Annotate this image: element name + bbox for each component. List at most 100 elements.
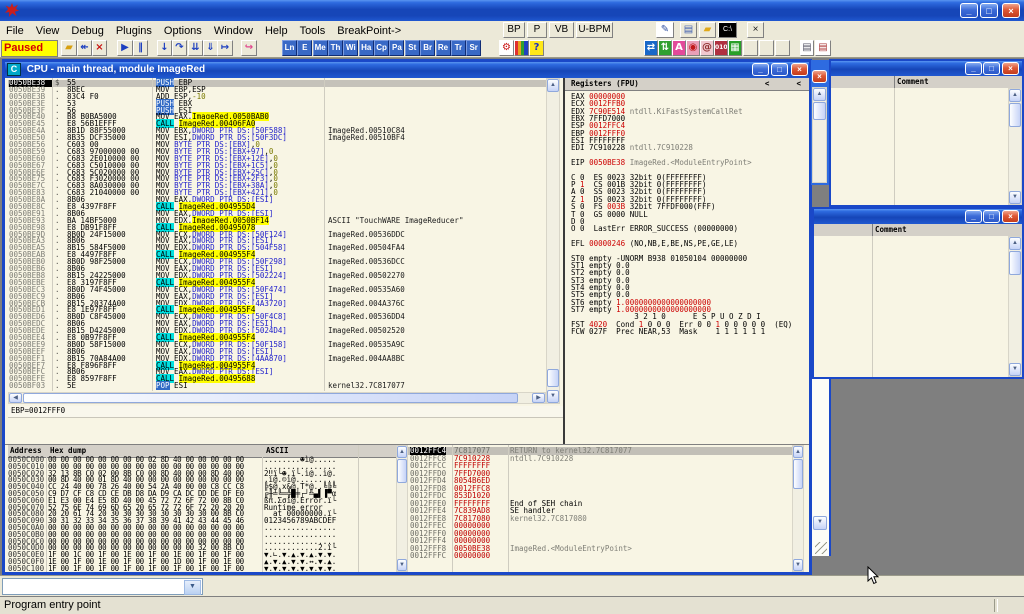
plugin-button-bp[interactable]: BP	[503, 22, 525, 38]
comment-bottom-maximize-button[interactable]: □	[983, 210, 1000, 223]
hidden-scroll-thumb[interactable]	[813, 102, 826, 120]
disasm-row[interactable]: 0050BF03.5EPOP ESIkernel32.7C817077	[8, 383, 546, 390]
cpu-restore-button[interactable]: □	[771, 63, 788, 76]
register-line[interactable]: FCW 027F Prec NEAR,53 Mask 1 1 1 1 1 1	[565, 328, 809, 335]
toolbar-letter-button-ln[interactable]: Ln	[282, 40, 297, 56]
go-to-address-button[interactable]: ↪	[241, 40, 257, 56]
restart-button[interactable]: ↞	[77, 40, 92, 56]
menu-item-window[interactable]: Window	[208, 23, 259, 39]
disasm-vscrollbar[interactable]: ▲ ▼	[546, 78, 560, 404]
close-program-button[interactable]: ×	[92, 40, 107, 56]
disasm-row[interactable]: 0050BED6.8B0D C8F45000MOV ECX,DWORD PTR …	[8, 314, 546, 321]
stack-pane[interactable]: 0012FFC47C817077RETURN to kernel32.7C817…	[408, 445, 792, 572]
register-line[interactable]: EIP 0050BE38 ImageRed.<ModuleEntryPoint>	[565, 159, 809, 166]
comment-top-maximize-button[interactable]: □	[983, 62, 1000, 75]
scroll-up-icon[interactable]: ▲	[793, 446, 803, 458]
binary-button[interactable]: 010	[714, 40, 728, 56]
scroll-down-icon[interactable]: ▼	[1009, 363, 1021, 376]
menu-item-debug[interactable]: Debug	[65, 23, 109, 39]
step-into-button[interactable]: ↓	[157, 40, 172, 56]
comment-bottom-minimize-button[interactable]: _	[965, 210, 982, 223]
animate-into-button[interactable]: ⇊	[188, 40, 203, 56]
menu-item-file[interactable]: File	[0, 23, 30, 39]
minimize-button[interactable]: _	[960, 3, 978, 18]
scroll-right-icon[interactable]: ▶	[532, 393, 545, 403]
restore-button[interactable]: □	[980, 3, 998, 18]
menu-item-help[interactable]: Help	[259, 23, 294, 39]
comment-window-top[interactable]: _ □ × Comment ▲ ▼	[829, 59, 1024, 207]
disasm-row[interactable]: 0050BEF7.E8 F896F8FFCALL ImageRed.004955…	[8, 363, 546, 370]
open-file-button[interactable]: ▰	[61, 40, 77, 56]
toolbar-letter-button-wi[interactable]: Wi	[343, 40, 358, 56]
close-toolbar-icon[interactable]: ×	[747, 22, 764, 38]
register-line[interactable]: O 0 LastErr ERROR_SUCCESS (00000000)	[565, 225, 809, 232]
registers-header[interactable]: Registers (FPU) < <	[565, 78, 809, 91]
cpu-window-title-bar[interactable]: C CPU - main thread, module ImageRed _ □…	[5, 62, 809, 78]
scroll-down-icon[interactable]: ▼	[547, 390, 559, 403]
register-line[interactable]: T 0 GS 0000 NULL	[565, 211, 809, 218]
disasm-row[interactable]: 0050BEB0.8B0D 98F25000MOV ECX,DWORD PTR …	[8, 259, 546, 266]
scroll-left-icon[interactable]: ◀	[9, 393, 22, 403]
cpu-close-button[interactable]: ×	[791, 63, 808, 76]
options-gear-button[interactable]: ⚙	[499, 40, 514, 56]
plugin-button-p[interactable]: P	[527, 22, 547, 38]
updown-button[interactable]: ⇅	[658, 40, 672, 56]
close-button[interactable]: ×	[1002, 3, 1020, 18]
scroll-up-icon[interactable]: ▲	[547, 79, 559, 92]
stack-vscrollbar[interactable]: ▲ ▼	[792, 445, 804, 572]
scroll-down-icon[interactable]: ▼	[813, 516, 827, 530]
scroll-down-icon[interactable]: ▼	[1009, 191, 1021, 204]
execute-till-return-button[interactable]: ↦	[217, 40, 233, 56]
dump-row[interactable]: 0050C1001F 00 1F 00 1F 00 1F 00 1F 00 1F…	[8, 566, 396, 572]
toolbar-letter-button-re[interactable]: Re	[436, 40, 451, 56]
main-title-bar[interactable]: _ □ ×	[0, 0, 1024, 21]
comment-window-bottom[interactable]: _ □ × Comment ▲ ▼	[812, 207, 1024, 379]
toolbar-letter-button-st[interactable]: St	[405, 40, 420, 56]
toolbar-letter-button-th[interactable]: Th	[328, 40, 343, 56]
stack-vscroll-thumb[interactable]	[793, 459, 803, 489]
scroll-up-icon[interactable]: ▲	[813, 88, 826, 101]
dump-pane[interactable]: Address Hex dump ASCII 0050C00000 00 00 …	[8, 445, 396, 572]
registers-pane[interactable]: Registers (FPU) < < EAX 00000000ECX 0012…	[565, 78, 809, 445]
toolbar-letter-button-ha[interactable]: Ha	[359, 40, 374, 56]
dump-vscroll-thumb[interactable]	[397, 459, 407, 483]
swap-arrows-button[interactable]: ⇄	[644, 40, 658, 56]
disasm-vscroll-thumb[interactable]	[547, 369, 559, 387]
blank-button-1[interactable]	[743, 40, 758, 56]
chevron-down-icon[interactable]: ▼	[184, 580, 201, 595]
comment-top-vscrollbar[interactable]: ▲ ▼	[1008, 88, 1022, 205]
run-button[interactable]: ▶	[117, 40, 133, 56]
toolbar-letter-button-e[interactable]: E	[297, 40, 312, 56]
comment-bottom-close-button[interactable]: ×	[1002, 210, 1019, 223]
comment-bottom-scroll-thumb[interactable]	[1009, 251, 1021, 275]
toolbar-letter-button-sr[interactable]: Sr	[466, 40, 481, 56]
comment-window-top-title-bar[interactable]: _ □ ×	[831, 61, 1022, 76]
toolbar-letter-button-me[interactable]: Me	[313, 40, 328, 56]
dump-vscrollbar[interactable]: ▲ ▼	[396, 445, 408, 572]
toolbar-letter-button-cp[interactable]: Cp	[374, 40, 389, 56]
scroll-up-icon[interactable]: ▲	[1009, 89, 1021, 102]
scroll-down-icon[interactable]: ▼	[397, 559, 407, 571]
edit-notes-icon[interactable]: ✎	[656, 22, 674, 38]
report-list-button-2[interactable]: ▤	[815, 40, 831, 56]
command-input[interactable]: ▼	[2, 578, 203, 595]
comment-window-bottom-title-bar[interactable]: _ □ ×	[814, 209, 1022, 224]
ascii-a-button[interactable]: A	[672, 40, 686, 56]
registers-header-collapse-icons[interactable]: < <	[765, 78, 801, 89]
comment-top-scroll-thumb[interactable]	[1009, 103, 1021, 127]
disasm-row[interactable]: 0050BE38$55PUSH EBP	[8, 80, 546, 87]
log-book-icon[interactable]: ▤	[680, 22, 697, 38]
step-over-button[interactable]: ↷	[172, 40, 187, 56]
toolbar-letter-button-pa[interactable]: Pa	[389, 40, 404, 56]
disasm-row[interactable]: 0050BEC3.8B0D 74F45000MOV ECX,DWORD PTR …	[8, 287, 546, 294]
pause-button[interactable]: ‖	[133, 40, 148, 56]
comment-top-close-button[interactable]: ×	[1002, 62, 1019, 75]
comment-bottom-vscrollbar[interactable]: ▲ ▼	[1008, 236, 1022, 377]
comment-top-minimize-button[interactable]: _	[965, 62, 982, 75]
info-pane[interactable]: EBP=0012FFF0	[8, 406, 563, 418]
animate-over-button[interactable]: ⇓	[203, 40, 218, 56]
disasm-row[interactable]: 0050BEFE.E8 8597F8FFCALL ImageRed.004956…	[8, 376, 546, 383]
menu-item-plugins[interactable]: Plugins	[110, 23, 158, 39]
menu-item-view[interactable]: View	[30, 23, 66, 39]
record-dot-button[interactable]: ◉	[686, 40, 700, 56]
